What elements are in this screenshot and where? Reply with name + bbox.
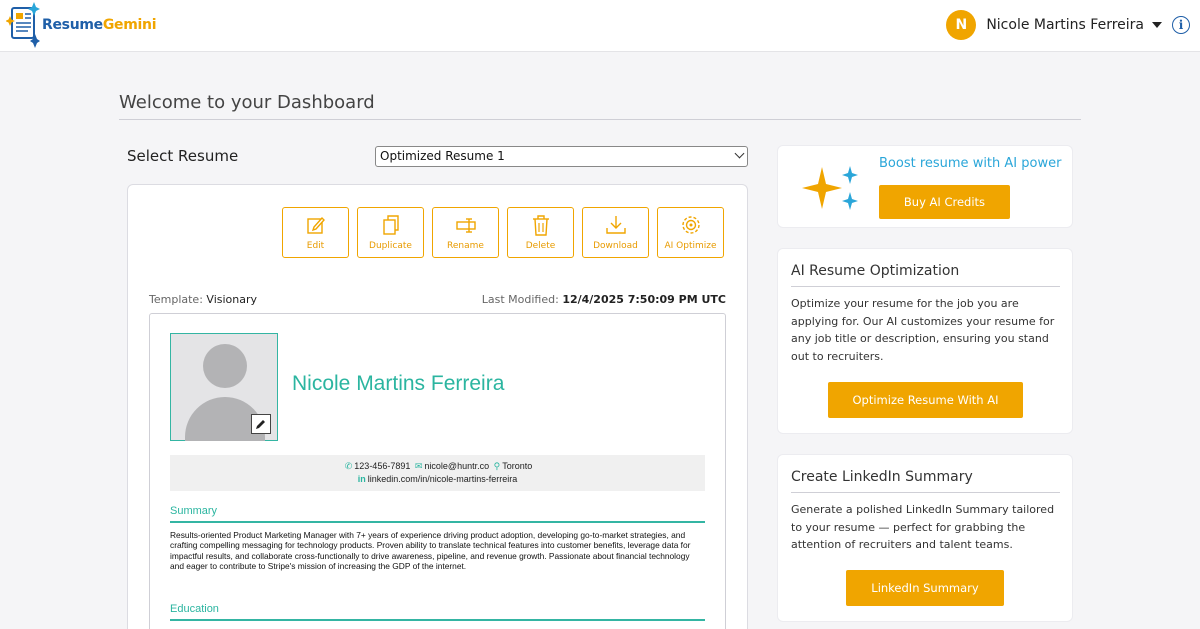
- download-icon: [605, 216, 626, 234]
- resume-logo-icon: [6, 2, 40, 48]
- location: Toronto: [502, 461, 533, 471]
- brand-name: ResumeGemini: [42, 17, 157, 33]
- top-header: ResumeGemini N Nicole Martins Ferreira i: [0, 0, 1200, 52]
- linkedin-url: linkedin.com/in/nicole-martins-ferreira: [367, 474, 518, 484]
- sparkle-icon: [802, 166, 858, 210]
- rename-icon: [455, 218, 476, 233]
- caret-down-icon[interactable]: [1152, 22, 1162, 28]
- resume-select-value: Optimized Resume 1: [380, 149, 505, 163]
- last-modified-value: 12/4/2025 7:50:09 PM UTC: [562, 293, 726, 306]
- boost-title: Boost resume with AI power: [879, 156, 1062, 171]
- chevron-down-icon: [734, 148, 745, 159]
- template-name: Visionary: [206, 293, 258, 306]
- email: nicole@huntr.co: [424, 461, 490, 471]
- delete-label: Delete: [525, 241, 556, 251]
- resume-card: Edit Duplicate Rename Delete Download AI…: [127, 184, 748, 629]
- select-resume-label: Select Resume: [127, 147, 239, 165]
- info-icon[interactable]: i: [1172, 16, 1190, 34]
- title-divider: [119, 119, 1081, 120]
- optimize-resume-button[interactable]: Optimize Resume With AI: [828, 382, 1023, 418]
- avatar-head-shape: [203, 344, 247, 388]
- linkedin-summary-title: Create LinkedIn Summary: [791, 469, 973, 485]
- phone-icon: ✆: [344, 461, 353, 471]
- duplicate-button[interactable]: Duplicate: [357, 207, 424, 258]
- ai-optimize-label: AI Optimize: [664, 241, 717, 251]
- last-modified-info: Last Modified: 12/4/2025 7:50:09 PM UTC: [481, 293, 726, 306]
- ai-optimization-title: AI Resume Optimization: [791, 263, 960, 279]
- edit-photo-button[interactable]: [251, 414, 271, 434]
- pencil-icon: [256, 420, 265, 429]
- user-name[interactable]: Nicole Martins Ferreira: [986, 17, 1144, 33]
- resume-name: Nicole Martins Ferreira: [292, 372, 505, 395]
- edit-label: Edit: [306, 241, 325, 251]
- rename-button[interactable]: Rename: [432, 207, 499, 258]
- boost-card: Boost resume with AI power Buy AI Credit…: [777, 145, 1073, 228]
- ai-optimize-button[interactable]: AI Optimize: [657, 207, 724, 258]
- edit-icon: [306, 216, 325, 234]
- linkedin-icon: in: [357, 474, 366, 484]
- profile-photo-placeholder[interactable]: [170, 333, 278, 441]
- ai-optimization-description: Optimize your resume for the job you are…: [791, 297, 1055, 363]
- contact-strip: ✆ 123-456-7891 ✉ nicole@huntr.co ⚲ Toronto …: [170, 455, 705, 491]
- download-button[interactable]: Download: [582, 207, 649, 258]
- linkedin-summary-description: Generate a polished LinkedIn Summary tai…: [791, 503, 1055, 551]
- delete-button[interactable]: Delete: [507, 207, 574, 258]
- summary-text: Results-oriented Product Marketing Manag…: [170, 530, 691, 572]
- avatar[interactable]: N: [946, 10, 977, 40]
- trash-icon: [532, 215, 549, 236]
- email-icon: ✉: [414, 461, 423, 471]
- education-divider: [170, 619, 705, 621]
- user-menu[interactable]: N Nicole Martins Ferreira i: [946, 10, 1190, 40]
- resume-select[interactable]: Optimized Resume 1: [375, 146, 748, 167]
- linkedin-summary-card: Create LinkedIn Summary Generate a polis…: [777, 454, 1073, 622]
- buy-ai-credits-button[interactable]: Buy AI Credits: [879, 185, 1010, 219]
- location-icon: ⚲: [493, 461, 501, 471]
- phone: 123-456-7891: [354, 461, 411, 471]
- ai-optimization-card: AI Resume Optimization Optimize your res…: [777, 248, 1073, 434]
- linkedin-summary-divider: [791, 492, 1060, 493]
- page-title: Welcome to your Dashboard: [119, 92, 375, 113]
- ai-optimization-divider: [791, 286, 1060, 287]
- linkedin-summary-button[interactable]: LinkedIn Summary: [846, 570, 1004, 606]
- duplicate-icon: [382, 215, 399, 235]
- rename-label: Rename: [447, 241, 484, 251]
- education-heading: Education: [170, 603, 219, 615]
- download-label: Download: [593, 241, 638, 251]
- edit-button[interactable]: Edit: [282, 207, 349, 258]
- summary-divider: [170, 521, 705, 523]
- summary-heading: Summary: [170, 505, 218, 517]
- brand-logo[interactable]: ResumeGemini: [6, 2, 157, 48]
- resume-preview[interactable]: Nicole Martins Ferreira ✆ 123-456-7891 ✉ n…: [149, 313, 726, 629]
- template-info: Template: Visionary: [149, 293, 258, 306]
- ai-optimize-icon: [681, 216, 700, 234]
- duplicate-label: Duplicate: [369, 241, 412, 251]
